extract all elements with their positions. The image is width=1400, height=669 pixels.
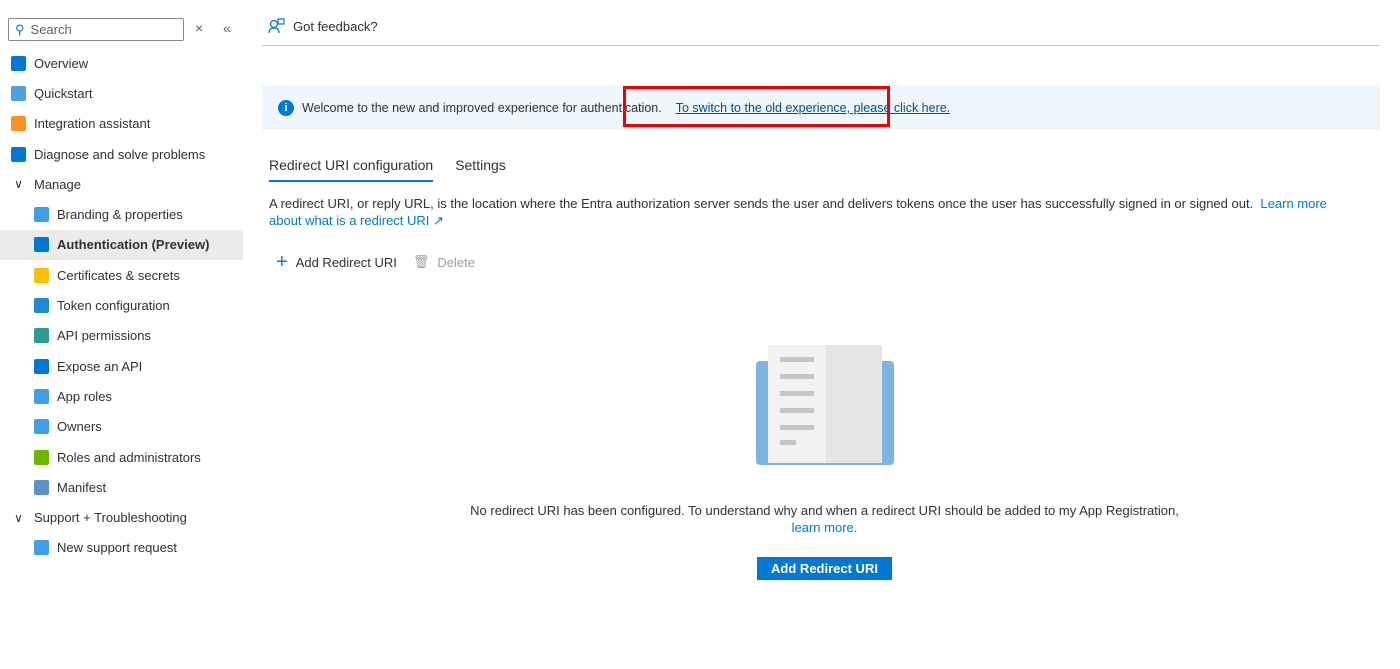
- expose-an-api-icon: [34, 358, 49, 374]
- sidebar-item-label: New support request: [57, 540, 177, 556]
- sidebar-item-label: Manifest: [57, 479, 107, 495]
- empty-state: No redirect URI has been configured. To …: [470, 503, 1179, 535]
- sidebar-item-label: Roles and administrators: [57, 449, 201, 465]
- add-redirect-uri-toolbar-button[interactable]: + Add Redirect URI: [276, 252, 397, 272]
- tab-redirect-uri-configuration[interactable]: Redirect URI configuration: [269, 157, 434, 182]
- sidebar-item-label: Manage: [34, 176, 81, 192]
- api-permissions-icon: [34, 328, 49, 344]
- info-icon: i: [278, 99, 294, 116]
- divider: [262, 45, 1380, 46]
- authentication-preview-icon: [34, 237, 49, 253]
- search-icon: ⚲: [15, 21, 25, 37]
- feedback-icon: [268, 18, 285, 34]
- owners-icon: [34, 419, 49, 435]
- sidebar-item-label: API permissions: [57, 328, 151, 344]
- sidebar: ⚲ Search × « Overview Quickstart Integrati…: [0, 0, 243, 669]
- add-redirect-uri-button[interactable]: Add Redirect URI: [757, 557, 892, 580]
- sidebar-item-diagnose-and-solve-problems[interactable]: Diagnose and solve problems: [0, 139, 243, 169]
- sidebar-item-owners[interactable]: Owners: [0, 412, 243, 442]
- sidebar-item-label: App roles: [57, 388, 112, 404]
- sidebar-item-token-configuration[interactable]: Token configuration: [0, 290, 243, 320]
- sidebar-item-label: Integration assistant: [34, 116, 151, 132]
- sidebar-group-support-troubleshooting[interactable]: ∨ Support + Troubleshooting: [0, 502, 243, 532]
- sidebar-item-certificates-secrets[interactable]: Certificates & secrets: [0, 260, 243, 290]
- manifest-icon: [34, 479, 49, 495]
- plus-icon: +: [276, 251, 288, 273]
- feedback-button[interactable]: Got feedback?: [268, 18, 378, 35]
- chevron-down-icon: ∨: [14, 510, 23, 525]
- sidebar-nav: Overview Quickstart Integration assistant D…: [0, 48, 243, 563]
- sidebar-item-roles-and-administrators[interactable]: Roles and administrators: [0, 442, 243, 472]
- delete-button[interactable]: 🗑 Delete: [413, 254, 475, 270]
- empty-book-illustration: [756, 345, 894, 465]
- branding-properties-icon: [34, 207, 49, 223]
- sidebar-item-label: Authentication (Preview): [57, 237, 210, 253]
- sidebar-item-label: Certificates & secrets: [57, 267, 180, 283]
- clear-icon[interactable]: ×: [195, 20, 203, 36]
- sidebar-item-label: Owners: [57, 419, 102, 435]
- old-experience-link[interactable]: To switch to the old experience, please …: [676, 101, 950, 115]
- sidebar-item-quickstart[interactable]: Quickstart: [0, 78, 243, 108]
- token-configuration-icon: [34, 298, 49, 314]
- sidebar-item-app-roles[interactable]: App roles: [0, 381, 243, 411]
- sidebar-item-branding-properties[interactable]: Branding & properties: [0, 199, 243, 229]
- diagnose-and-solve-problems-icon: [11, 146, 26, 162]
- integration-assistant-icon: [11, 116, 26, 132]
- description: A redirect URI, or reply URL, is the loc…: [269, 196, 1327, 228]
- sidebar-item-label: Expose an API: [57, 358, 143, 374]
- sidebar-item-integration-assistant[interactable]: Integration assistant: [0, 109, 243, 139]
- trash-icon: 🗑: [412, 254, 430, 269]
- chevron-down-icon: ∨: [14, 177, 23, 192]
- sidebar-item-label: Branding & properties: [57, 207, 183, 223]
- collapse-sidebar-icon[interactable]: «: [223, 20, 231, 36]
- tab-list: Redirect URI configuration Settings: [269, 157, 506, 182]
- app-roles-icon: [34, 388, 49, 404]
- learn-more-empty-link[interactable]: learn more.: [792, 520, 858, 535]
- sidebar-item-authentication-preview[interactable]: Authentication (Preview): [0, 229, 243, 261]
- sidebar-item-label: Support + Troubleshooting: [34, 510, 187, 526]
- sidebar-item-manifest[interactable]: Manifest: [0, 472, 243, 502]
- sidebar-item-new-support-request[interactable]: New support request: [0, 533, 243, 563]
- toolbar: + Add Redirect URI 🗑 Delete: [276, 252, 475, 272]
- search-input[interactable]: ⚲ Search: [8, 18, 184, 41]
- sidebar-group-manage[interactable]: ∨ Manage: [0, 169, 243, 199]
- roles-and-administrators-icon: [34, 449, 49, 465]
- sidebar-item-label: Diagnose and solve problems: [34, 146, 206, 162]
- overview-icon: [11, 55, 26, 71]
- sidebar-item-expose-an-api[interactable]: Expose an API: [0, 351, 243, 381]
- sidebar-item-label: Overview: [34, 55, 89, 71]
- sidebar-item-label: Token configuration: [57, 298, 170, 314]
- external-link-icon: ↗: [433, 213, 444, 228]
- certificates-secrets-icon: [34, 267, 49, 283]
- new-support-request-icon: [34, 540, 49, 556]
- sidebar-item-overview[interactable]: Overview: [0, 48, 243, 78]
- info-banner: i Welcome to the new and improved experi…: [262, 85, 1380, 130]
- quickstart-icon: [11, 85, 26, 101]
- sidebar-item-api-permissions[interactable]: API permissions: [0, 321, 243, 351]
- sidebar-item-label: Quickstart: [34, 85, 93, 101]
- tab-settings[interactable]: Settings: [455, 157, 506, 182]
